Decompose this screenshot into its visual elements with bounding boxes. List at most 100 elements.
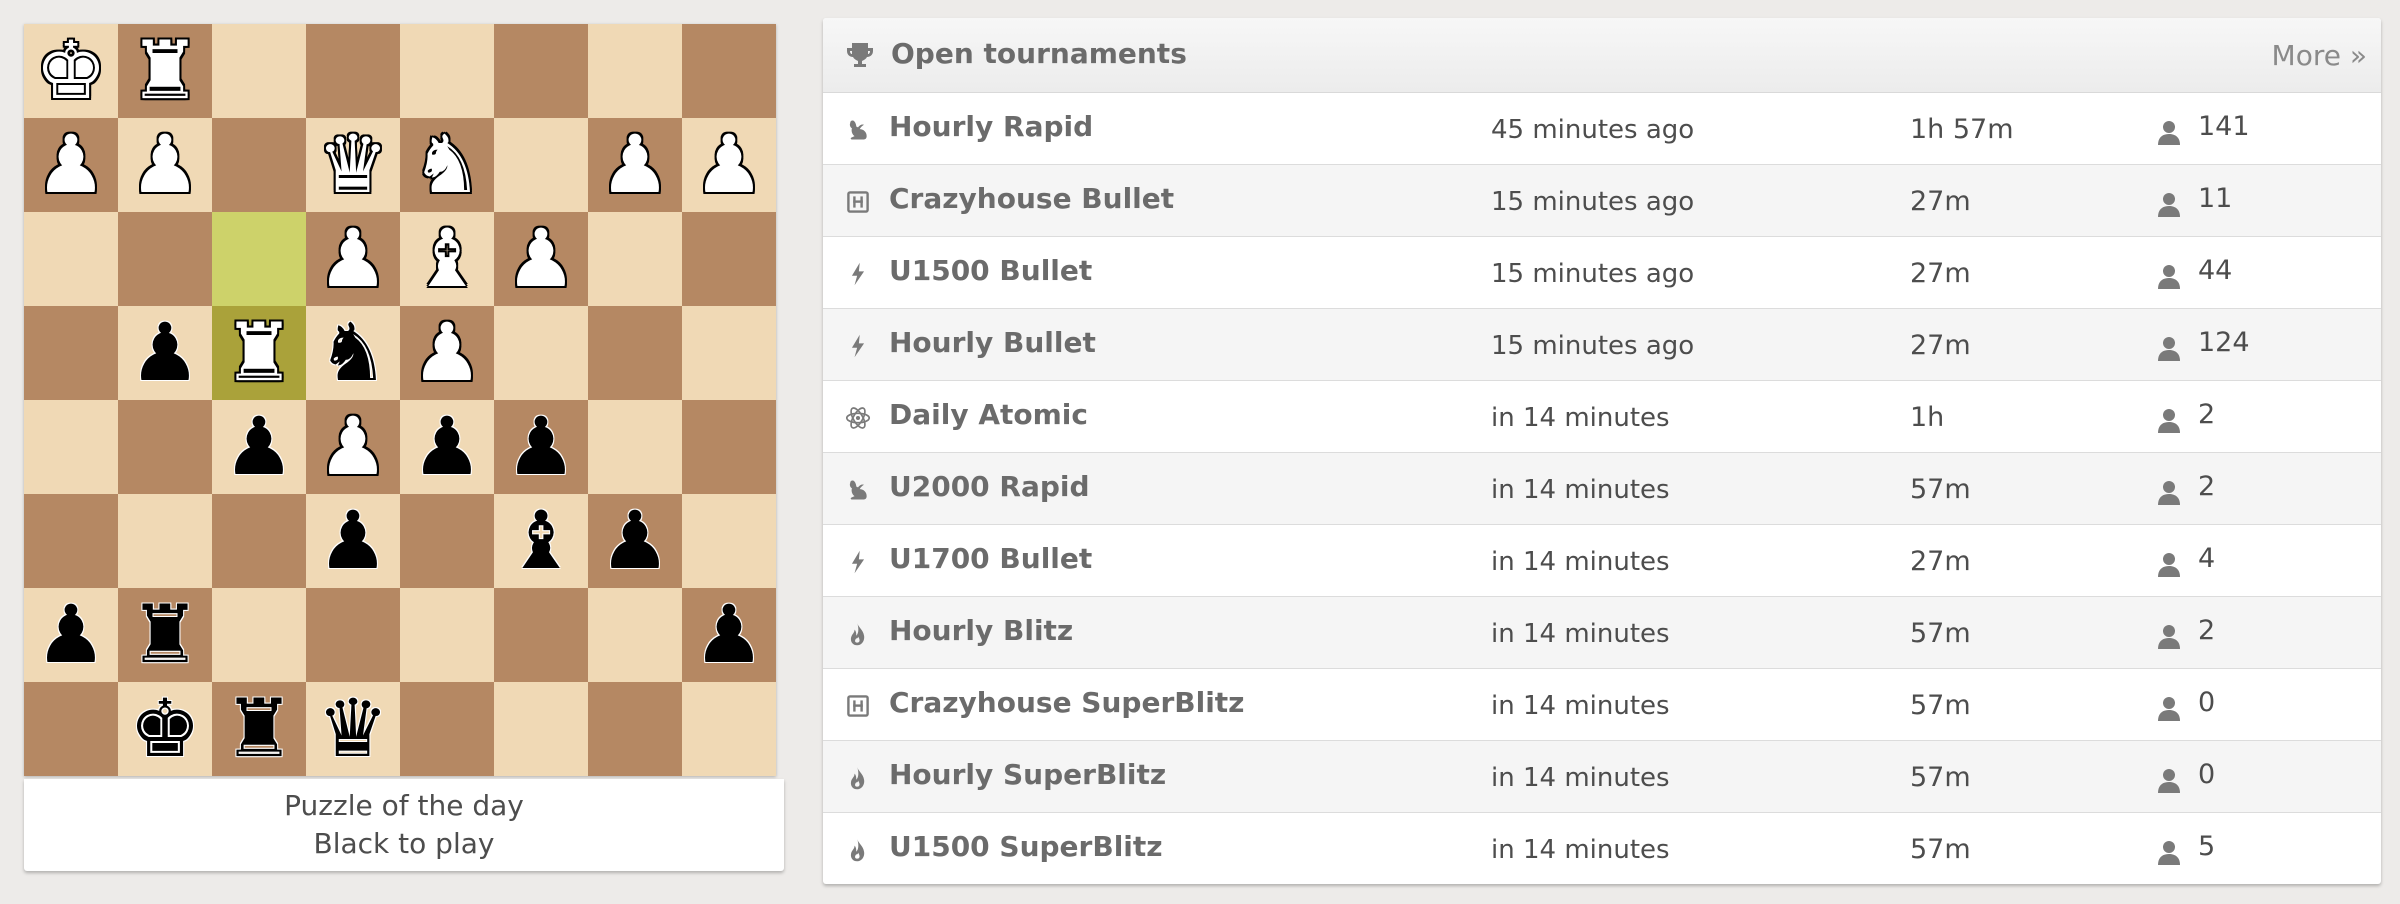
square-e6[interactable]: ♝ <box>400 212 494 306</box>
square-a5[interactable] <box>24 306 118 400</box>
black-pawn-icon[interactable]: ♟ <box>129 313 201 393</box>
square-d6[interactable]: ♟ <box>306 212 400 306</box>
white-pawn-icon[interactable]: ♟ <box>693 125 765 205</box>
white-pawn-icon[interactable]: ♟ <box>505 219 577 299</box>
black-pawn-icon[interactable]: ♟ <box>35 595 107 675</box>
tournament-name[interactable]: Hourly Blitz <box>889 597 1073 665</box>
black-bishop-icon[interactable]: ♝ <box>505 501 577 581</box>
tournament-name[interactable]: Hourly SuperBlitz <box>889 741 1166 809</box>
square-g5[interactable] <box>588 306 682 400</box>
square-d4[interactable]: ♟ <box>306 400 400 494</box>
square-d3[interactable]: ♟ <box>306 494 400 588</box>
square-a3[interactable] <box>24 494 118 588</box>
square-c4[interactable]: ♟ <box>212 400 306 494</box>
square-d2[interactable] <box>306 588 400 682</box>
tournament-name[interactable]: Crazyhouse SuperBlitz <box>889 669 1244 737</box>
square-b1[interactable]: ♚ <box>118 682 212 776</box>
square-c1[interactable]: ♜ <box>212 682 306 776</box>
black-pawn-icon[interactable]: ♟ <box>505 407 577 487</box>
tournament-row[interactable]: Hourly SuperBlitz in 14 minutes 57m 0 <box>823 741 2381 813</box>
white-pawn-icon[interactable]: ♟ <box>317 219 389 299</box>
square-b5[interactable]: ♟ <box>118 306 212 400</box>
tournament-row[interactable]: U1500 Bullet 15 minutes ago 27m 44 <box>823 237 2381 309</box>
square-f6[interactable]: ♟ <box>494 212 588 306</box>
square-c5[interactable]: ♜ <box>212 306 306 400</box>
tournament-row[interactable]: Hourly Blitz in 14 minutes 57m 2 <box>823 597 2381 669</box>
black-king-icon[interactable]: ♚ <box>129 689 201 769</box>
tournament-row[interactable]: U2000 Rapid in 14 minutes 57m 2 <box>823 453 2381 525</box>
black-rook-icon[interactable]: ♜ <box>129 595 201 675</box>
square-g4[interactable] <box>588 400 682 494</box>
tournament-row[interactable]: Hourly Bullet 15 minutes ago 27m 124 <box>823 309 2381 381</box>
square-g1[interactable] <box>588 682 682 776</box>
tournament-name[interactable]: Hourly Rapid <box>889 93 1093 161</box>
square-a1[interactable] <box>24 682 118 776</box>
square-e2[interactable] <box>400 588 494 682</box>
square-f7[interactable] <box>494 118 588 212</box>
square-h3[interactable] <box>682 494 776 588</box>
white-pawn-icon[interactable]: ♟ <box>35 125 107 205</box>
square-b3[interactable] <box>118 494 212 588</box>
puzzle-of-the-day[interactable]: ♚ ♜ ♟ ♟ ♛ ♞ ♟ ♟ ♟ ♝ ♟ ♟ ♜ ♞ ♟ ♟ ♟ ♟ ♟ ♟ ♝ ♟ ♟ ♜ ♟ ♚ ♜ ♛ Puzzle of t… <box>24 24 784 871</box>
square-g3[interactable]: ♟ <box>588 494 682 588</box>
black-knight-icon[interactable]: ♞ <box>317 313 389 393</box>
black-pawn-icon[interactable]: ♟ <box>693 595 765 675</box>
square-a7[interactable]: ♟ <box>24 118 118 212</box>
square-a2[interactable]: ♟ <box>24 588 118 682</box>
white-pawn-icon[interactable]: ♟ <box>599 125 671 205</box>
chess-board[interactable]: ♚ ♜ ♟ ♟ ♛ ♞ ♟ ♟ ♟ ♝ ♟ ♟ ♜ ♞ ♟ ♟ ♟ ♟ ♟ ♟ ♝ ♟ ♟ ♜ ♟ ♚ ♜ ♛ <box>24 24 776 776</box>
square-e5[interactable]: ♟ <box>400 306 494 400</box>
square-h8[interactable] <box>682 24 776 118</box>
tournament-row[interactable]: U1700 Bullet in 14 minutes 27m 4 <box>823 525 2381 597</box>
square-h7[interactable]: ♟ <box>682 118 776 212</box>
square-d5[interactable]: ♞ <box>306 306 400 400</box>
square-d7[interactable]: ♛ <box>306 118 400 212</box>
tournament-name[interactable]: U1500 Bullet <box>889 237 1092 305</box>
square-g6[interactable] <box>588 212 682 306</box>
white-pawn-icon[interactable]: ♟ <box>317 407 389 487</box>
square-h2[interactable]: ♟ <box>682 588 776 682</box>
square-c8[interactable] <box>212 24 306 118</box>
square-g8[interactable] <box>588 24 682 118</box>
square-h6[interactable] <box>682 212 776 306</box>
square-b7[interactable]: ♟ <box>118 118 212 212</box>
tournament-name[interactable]: Crazyhouse Bullet <box>889 165 1174 233</box>
white-rook-icon[interactable]: ♜ <box>129 31 201 111</box>
square-f2[interactable] <box>494 588 588 682</box>
white-king-icon[interactable]: ♚ <box>35 31 107 111</box>
square-c7[interactable] <box>212 118 306 212</box>
square-h5[interactable] <box>682 306 776 400</box>
black-rook-icon[interactable]: ♜ <box>223 689 295 769</box>
black-queen-icon[interactable]: ♛ <box>317 689 389 769</box>
square-g2[interactable] <box>588 588 682 682</box>
tournament-name[interactable]: U1500 SuperBlitz <box>889 813 1163 881</box>
square-f5[interactable] <box>494 306 588 400</box>
tournament-row[interactable]: Hourly Rapid 45 minutes ago 1h 57m 141 <box>823 93 2381 165</box>
tournament-name[interactable]: Hourly Bullet <box>889 309 1096 377</box>
square-f4[interactable]: ♟ <box>494 400 588 494</box>
square-e3[interactable] <box>400 494 494 588</box>
square-b8[interactable]: ♜ <box>118 24 212 118</box>
black-pawn-icon[interactable]: ♟ <box>599 501 671 581</box>
square-c6[interactable] <box>212 212 306 306</box>
square-e7[interactable]: ♞ <box>400 118 494 212</box>
square-f1[interactable] <box>494 682 588 776</box>
square-g7[interactable]: ♟ <box>588 118 682 212</box>
square-e8[interactable] <box>400 24 494 118</box>
square-e1[interactable] <box>400 682 494 776</box>
puzzle-caption[interactable]: Puzzle of the day Black to play <box>24 779 784 871</box>
tournament-name[interactable]: U1700 Bullet <box>889 525 1092 593</box>
square-a6[interactable] <box>24 212 118 306</box>
white-bishop-icon[interactable]: ♝ <box>411 219 483 299</box>
tournament-row[interactable]: U1500 SuperBlitz in 14 minutes 57m 5 <box>823 813 2381 884</box>
square-d1[interactable]: ♛ <box>306 682 400 776</box>
square-a8[interactable]: ♚ <box>24 24 118 118</box>
square-f8[interactable] <box>494 24 588 118</box>
white-pawn-icon[interactable]: ♟ <box>129 125 201 205</box>
square-b6[interactable] <box>118 212 212 306</box>
more-link[interactable]: More » <box>2272 18 2367 94</box>
white-rook-icon[interactable]: ♜ <box>223 313 295 393</box>
square-b4[interactable] <box>118 400 212 494</box>
black-pawn-icon[interactable]: ♟ <box>223 407 295 487</box>
black-pawn-icon[interactable]: ♟ <box>317 501 389 581</box>
